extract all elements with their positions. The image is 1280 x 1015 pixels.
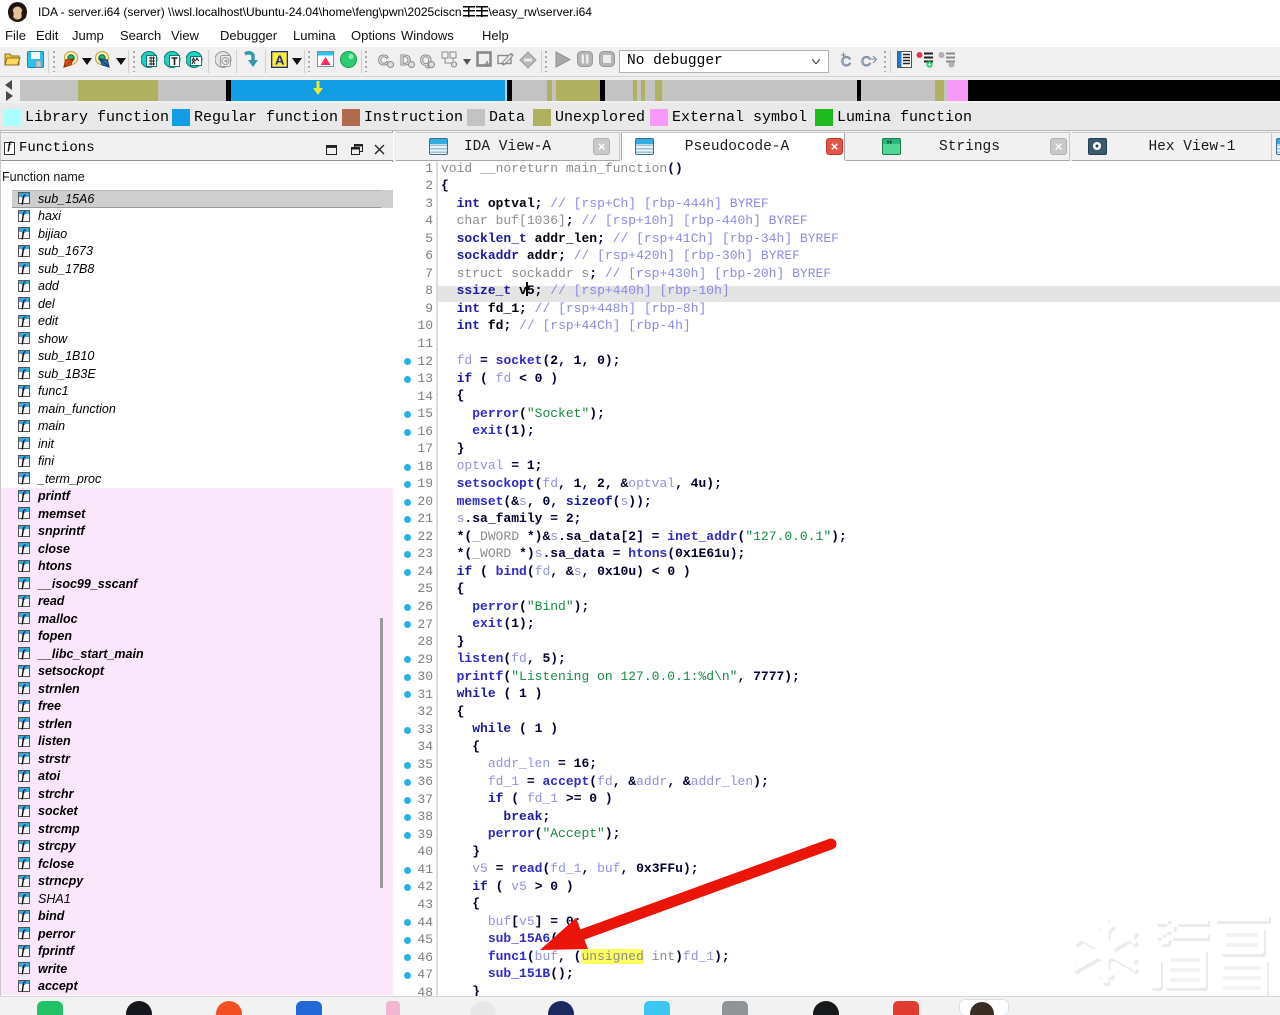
svg-text:C: C bbox=[861, 53, 871, 69]
svg-text:A: A bbox=[275, 53, 285, 68]
svg-text:C: C bbox=[378, 52, 389, 69]
